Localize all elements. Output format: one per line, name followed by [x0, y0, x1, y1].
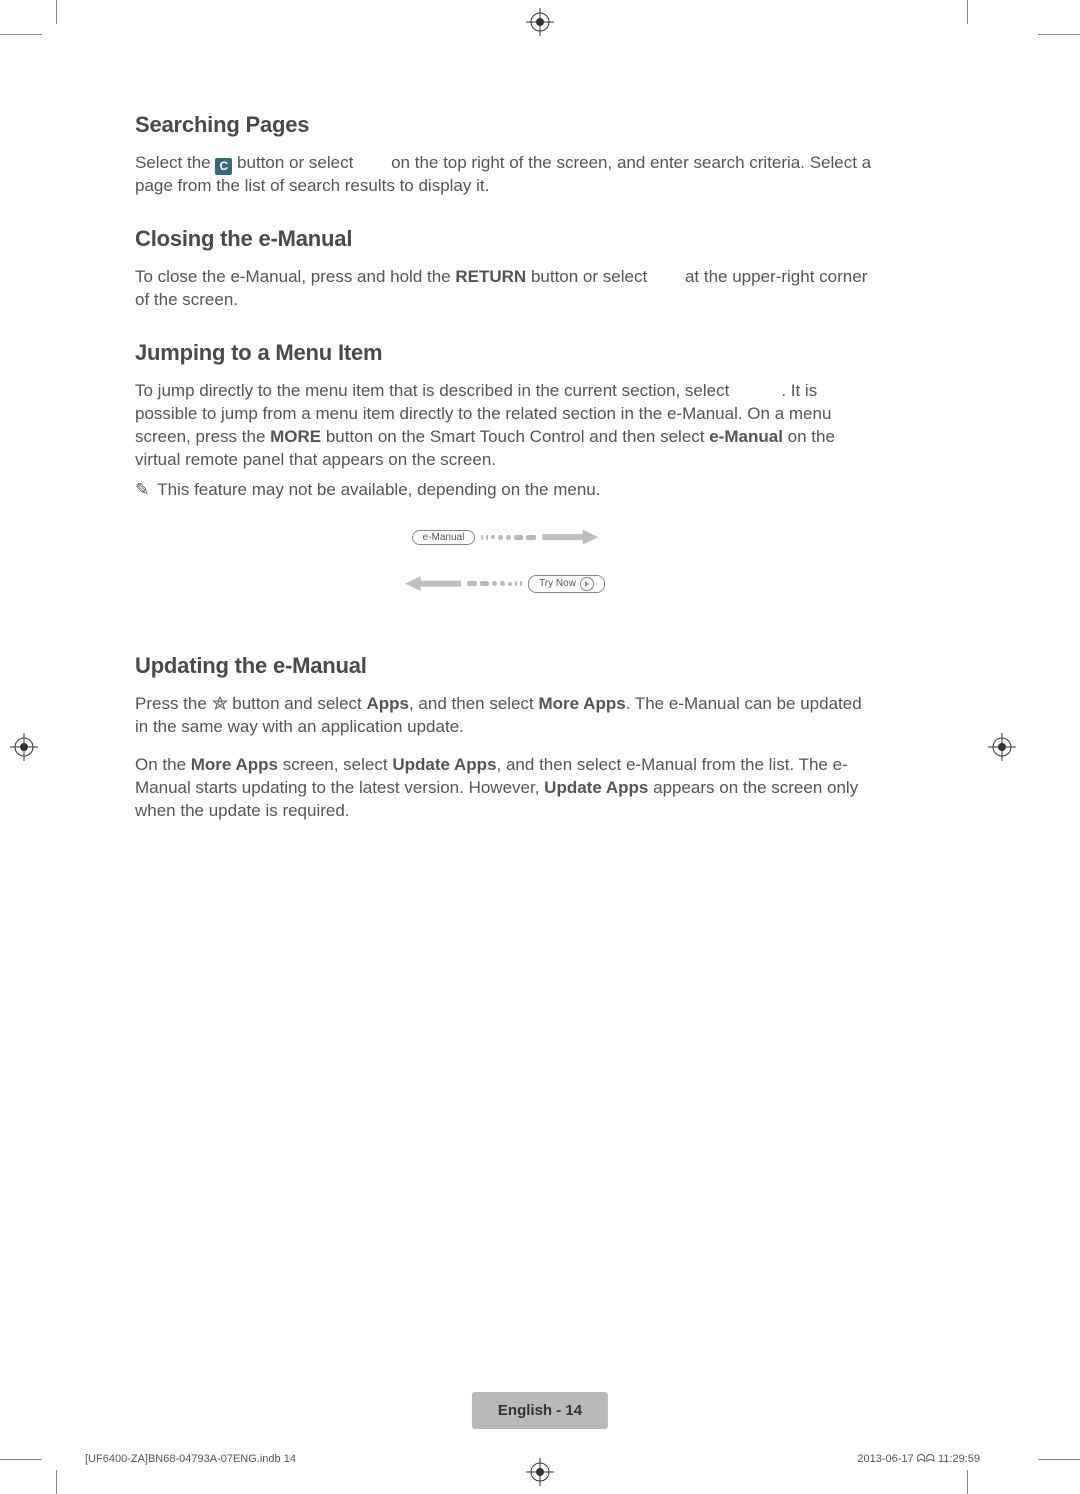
arrow-right-icon: [542, 530, 598, 545]
apps-label: Apps: [366, 694, 409, 713]
text: button or select: [526, 267, 652, 286]
crop-mark: [0, 34, 42, 35]
paragraph: Select the C button or select on the top…: [135, 152, 875, 198]
text: Select the: [135, 153, 215, 172]
play-icon: [580, 577, 594, 591]
paragraph: To close the e-Manual, press and hold th…: [135, 266, 875, 312]
diagram-row-top: e-Manual: [412, 530, 599, 545]
crop-mark: [0, 1459, 42, 1460]
c-button-icon: C: [215, 158, 232, 175]
pill-label: Try Now: [539, 578, 576, 589]
crop-mark: [1038, 34, 1080, 35]
update-apps-label: Update Apps: [544, 778, 648, 797]
text: button on the Smart Touch Control and th…: [321, 427, 709, 446]
crop-mark: [56, 0, 57, 24]
diagram-row-bottom: Try Now: [405, 575, 605, 593]
crop-mark: [967, 1470, 968, 1494]
heading-searching-pages: Searching Pages: [135, 112, 875, 138]
text: button or select: [232, 153, 358, 172]
print-footer: [UF6400-ZA]BN68-04793A-07ENG.indb 14 201…: [85, 1453, 980, 1466]
page-number-badge: English - 14: [472, 1392, 608, 1429]
trynow-pill: Try Now: [528, 575, 605, 593]
navigation-diagram: e-Manual: [135, 530, 875, 593]
transition-dots: [467, 581, 522, 586]
note: ✎ This feature may not be available, dep…: [135, 480, 875, 500]
registration-mark-icon: [10, 733, 38, 761]
print-timestamp: 2013-06-17 ᗣᗣ 11:29:59: [857, 1453, 980, 1466]
heading-updating-emanual: Updating the e-Manual: [135, 653, 875, 679]
text: , and then select: [409, 694, 538, 713]
page-content: Searching Pages Select the C button or s…: [135, 112, 875, 851]
emanual-pill: e-Manual: [412, 530, 476, 545]
paragraph: To jump directly to the menu item that i…: [135, 380, 875, 472]
paragraph: Press the button and select Apps, and th…: [135, 693, 875, 739]
crop-mark: [1038, 1459, 1080, 1460]
text: Press the: [135, 694, 212, 713]
smart-hub-icon: [212, 696, 228, 712]
arrow-left-icon: [405, 576, 461, 591]
more-apps-label: More Apps: [191, 755, 278, 774]
transition-dots: [481, 535, 536, 540]
text: To close the e-Manual, press and hold th…: [135, 267, 455, 286]
crop-mark: [56, 1470, 57, 1494]
more-button-label: MORE: [270, 427, 321, 446]
print-file-label: [UF6400-ZA]BN68-04793A-07ENG.indb 14: [85, 1453, 296, 1466]
registration-mark-icon: [526, 8, 554, 36]
text: On the: [135, 755, 191, 774]
registration-mark-icon: [988, 733, 1016, 761]
heading-jumping-menu: Jumping to a Menu Item: [135, 340, 875, 366]
paragraph: On the More Apps screen, select Update A…: [135, 754, 875, 823]
note-icon: ✎: [135, 480, 149, 500]
text: screen, select: [278, 755, 392, 774]
more-apps-label: More Apps: [538, 694, 625, 713]
document-page: Searching Pages Select the C button or s…: [0, 0, 1080, 1494]
text: To jump directly to the menu item that i…: [135, 381, 734, 400]
update-apps-label: Update Apps: [392, 755, 496, 774]
note-text: This feature may not be available, depen…: [157, 480, 600, 500]
return-button-label: RETURN: [455, 267, 526, 286]
crop-mark: [967, 0, 968, 24]
emanual-label: e-Manual: [709, 427, 783, 446]
heading-closing-emanual: Closing the e-Manual: [135, 226, 875, 252]
pill-label: e-Manual: [423, 532, 465, 543]
text: button and select: [228, 694, 367, 713]
